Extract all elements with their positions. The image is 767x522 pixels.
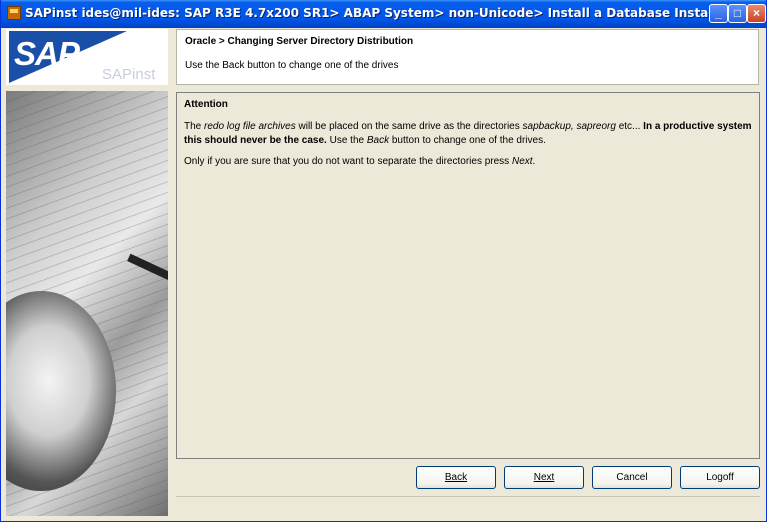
next-button[interactable]: Next xyxy=(504,466,584,489)
minimize-icon[interactable]: _ xyxy=(709,4,728,23)
attention-heading: Attention xyxy=(184,99,228,110)
title-bar[interactable]: SAPinst ides@mil-ides: SAP R3E 4.7x200 S… xyxy=(1,0,766,28)
close-icon[interactable]: × xyxy=(747,4,766,23)
sap-logo-text: SAP xyxy=(14,35,80,72)
logoff-button[interactable]: Logoff xyxy=(680,466,760,489)
step-title: Oracle > Changing Server Directory Distr… xyxy=(185,36,414,47)
content-panel: Attention The redo log file archives wil… xyxy=(176,92,760,459)
cancel-button[interactable]: Cancel xyxy=(592,466,672,489)
sapinst-logo-text: SAPinst xyxy=(102,66,156,83)
window-title: SAPinst ides@mil-ides: SAP R3E 4.7x200 S… xyxy=(25,6,733,20)
back-button[interactable]: Back xyxy=(416,466,496,489)
next-instruction-text: Only if you are sure that you do not wan… xyxy=(184,156,536,167)
sapinst-window: SAPinst ides@mil-ides: SAP R3E 4.7x200 S… xyxy=(0,0,767,522)
decorative-photo xyxy=(6,91,168,516)
sap-logo-panel: SAP SAPinst xyxy=(6,29,168,85)
attention-text: The redo log file archives will be place… xyxy=(184,121,752,146)
step-subtitle: Use the Back button to change one of the… xyxy=(185,60,399,71)
maximize-icon[interactable]: □ xyxy=(728,4,747,23)
status-area xyxy=(176,496,760,517)
step-header: Oracle > Changing Server Directory Distr… xyxy=(176,29,759,85)
sapinst-app-icon[interactable] xyxy=(7,6,21,20)
